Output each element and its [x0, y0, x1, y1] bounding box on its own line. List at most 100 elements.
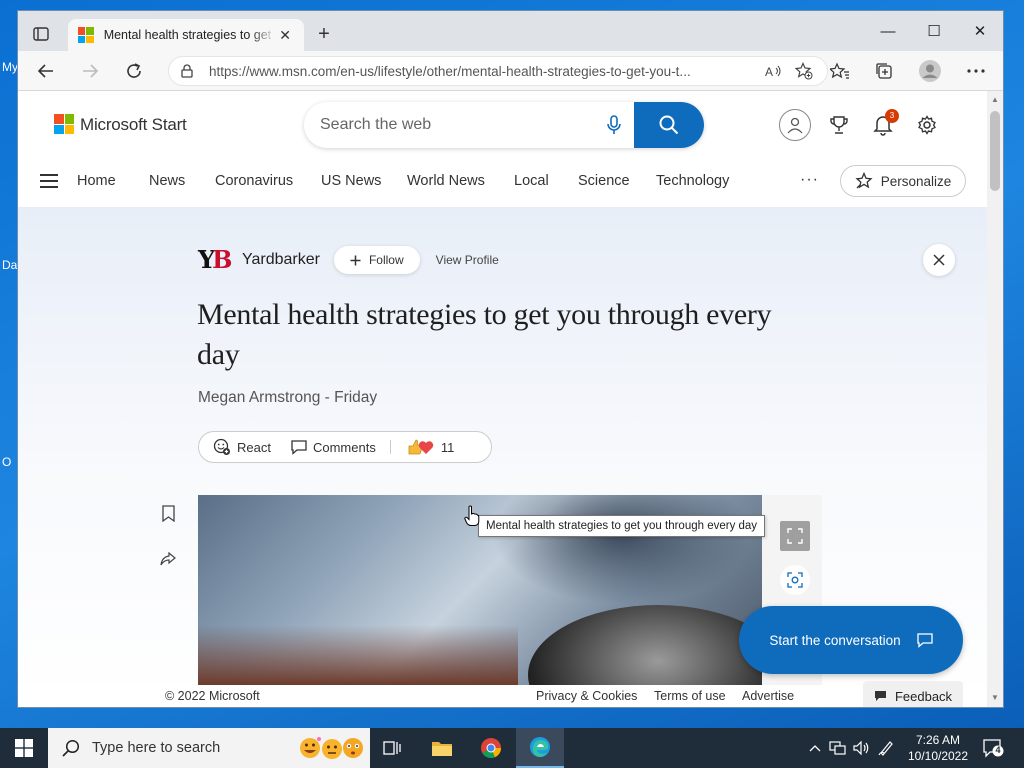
nav-item-news[interactable]: News	[149, 173, 185, 189]
nav-item-us-news[interactable]: US News	[321, 173, 381, 189]
start-button[interactable]	[0, 728, 48, 768]
personalize-button[interactable]: Personalize	[840, 165, 966, 197]
search-highlight-emoji-icon	[300, 737, 363, 759]
source-name[interactable]: Yardbarker	[242, 251, 320, 269]
clock-time: 7:26 AM	[915, 733, 961, 747]
scroll-up-icon[interactable]: ▲	[987, 93, 1003, 107]
rewards-button[interactable]	[823, 109, 855, 141]
more-horizontal-icon	[967, 69, 985, 73]
forward-button[interactable]	[76, 58, 104, 84]
start-conversation-button[interactable]: Start the conversation	[739, 606, 963, 674]
advertise-link[interactable]: Advertise	[742, 689, 794, 703]
copyright: © 2022 Microsoft	[165, 689, 260, 703]
bookmark-icon	[161, 504, 175, 522]
tab-close-icon[interactable]: ✕	[276, 27, 294, 44]
vertical-scrollbar[interactable]: ▲ ▼	[987, 91, 1003, 707]
tab-actions-button[interactable]	[28, 21, 54, 47]
nav-item-technology[interactable]: Technology	[656, 173, 729, 189]
edge-icon	[530, 737, 550, 757]
follow-button[interactable]: Follow	[333, 246, 420, 274]
bookmark-button[interactable]	[159, 503, 177, 523]
nav-item-home[interactable]: Home	[77, 173, 116, 189]
desktop-icon-label[interactable]: Da	[2, 258, 17, 272]
close-icon	[933, 254, 945, 266]
taskbar-search-box[interactable]: Type here to search	[48, 728, 370, 768]
new-tab-button[interactable]: +	[312, 23, 336, 47]
visual-search-button[interactable]	[780, 565, 810, 595]
desktop-icon-label[interactable]: O	[2, 455, 11, 469]
add-favorite-icon[interactable]	[793, 60, 815, 82]
nav-item-world-news[interactable]: World News	[407, 173, 485, 189]
edge-button[interactable]	[516, 728, 564, 768]
view-profile-link[interactable]: View Profile	[436, 253, 499, 267]
browser-window: Mental health strategies to get you thro…	[17, 10, 1004, 708]
scroll-down-icon[interactable]: ▼	[987, 691, 1003, 705]
logo-letter: B	[212, 245, 232, 274]
reactions-summary[interactable]: 11	[405, 438, 455, 456]
react-label: React	[237, 439, 271, 455]
msn-header: Microsoft Start 3	[18, 91, 988, 157]
comments-button[interactable]: Comments	[291, 440, 376, 455]
collections-button[interactable]	[870, 58, 898, 84]
account-button[interactable]	[779, 109, 811, 141]
minimize-button[interactable]: —	[865, 11, 911, 51]
settings-button[interactable]	[911, 109, 943, 141]
back-button[interactable]	[32, 58, 60, 84]
source-row: YB Yardbarker Follow View Profile	[198, 243, 499, 277]
tab-actions-icon	[33, 27, 49, 41]
refresh-button[interactable]	[120, 58, 148, 84]
desktop-icon-label[interactable]: My	[2, 60, 18, 74]
share-icon	[160, 551, 176, 565]
task-view-button[interactable]	[368, 728, 416, 768]
page-content: Microsoft Start 3	[18, 91, 988, 707]
feedback-button[interactable]: Feedback	[863, 681, 963, 707]
file-explorer-button[interactable]	[418, 728, 466, 768]
nav-item-coronavirus[interactable]: Coronavirus	[215, 173, 293, 189]
yardbarker-logo[interactable]: YB	[198, 245, 234, 275]
profile-avatar-icon	[919, 60, 941, 82]
brand-name[interactable]: Microsoft Start	[80, 115, 187, 135]
trophy-icon	[830, 116, 848, 134]
notification-center-button[interactable]: 4	[982, 738, 1004, 758]
follow-label: Follow	[368, 253, 404, 267]
browser-tab[interactable]: Mental health strategies to get you thro…	[68, 19, 304, 51]
tray-overflow-chevron-icon[interactable]	[804, 741, 826, 755]
react-button[interactable]: React	[213, 438, 271, 456]
terms-link[interactable]: Terms of use	[654, 689, 726, 703]
read-aloud-icon[interactable]: A	[763, 60, 785, 82]
reaction-count: 11	[440, 439, 455, 455]
pen-icon[interactable]	[874, 740, 898, 756]
voice-search-button[interactable]	[594, 115, 634, 135]
microsoft-logo-icon[interactable]	[54, 114, 74, 134]
profile-button[interactable]	[916, 58, 944, 84]
search-input[interactable]	[304, 102, 594, 148]
system-clock[interactable]: 7:26 AM 10/10/2022	[898, 732, 978, 764]
clock-date: 10/10/2022	[907, 749, 969, 763]
scroll-thumb[interactable]	[990, 111, 1000, 191]
nav-more-button[interactable]: ···	[800, 171, 819, 189]
close-window-button[interactable]: ✕	[957, 11, 1003, 51]
volume-icon[interactable]	[850, 741, 874, 755]
lock-icon[interactable]	[181, 64, 195, 78]
search-icon	[659, 115, 679, 135]
expand-image-button[interactable]	[780, 521, 810, 551]
chrome-icon	[481, 738, 502, 759]
privacy-link[interactable]: Privacy & Cookies	[536, 689, 637, 703]
notifications-button[interactable]: 3	[867, 109, 899, 141]
network-icon[interactable]	[826, 741, 850, 755]
nav-item-local[interactable]: Local	[514, 173, 549, 189]
share-button[interactable]	[159, 549, 177, 569]
nav-item-science[interactable]: Science	[578, 173, 630, 189]
article-byline: Megan Armstrong - Friday	[198, 389, 378, 406]
maximize-button[interactable]: ☐	[911, 11, 957, 51]
settings-more-button[interactable]	[962, 58, 990, 84]
close-article-button[interactable]	[923, 244, 955, 276]
tab-title: Mental health strategies to get you thro…	[103, 28, 277, 42]
hamburger-menu-icon[interactable]	[40, 174, 58, 188]
search-button[interactable]	[634, 102, 704, 148]
address-bar[interactable]: https://www.msn.com/en-us/lifestyle/othe…	[168, 56, 828, 86]
chrome-button[interactable]	[467, 728, 515, 768]
feedback-icon	[874, 691, 886, 701]
favorites-button[interactable]	[826, 58, 854, 84]
url-text[interactable]: https://www.msn.com/en-us/lifestyle/othe…	[209, 64, 755, 79]
